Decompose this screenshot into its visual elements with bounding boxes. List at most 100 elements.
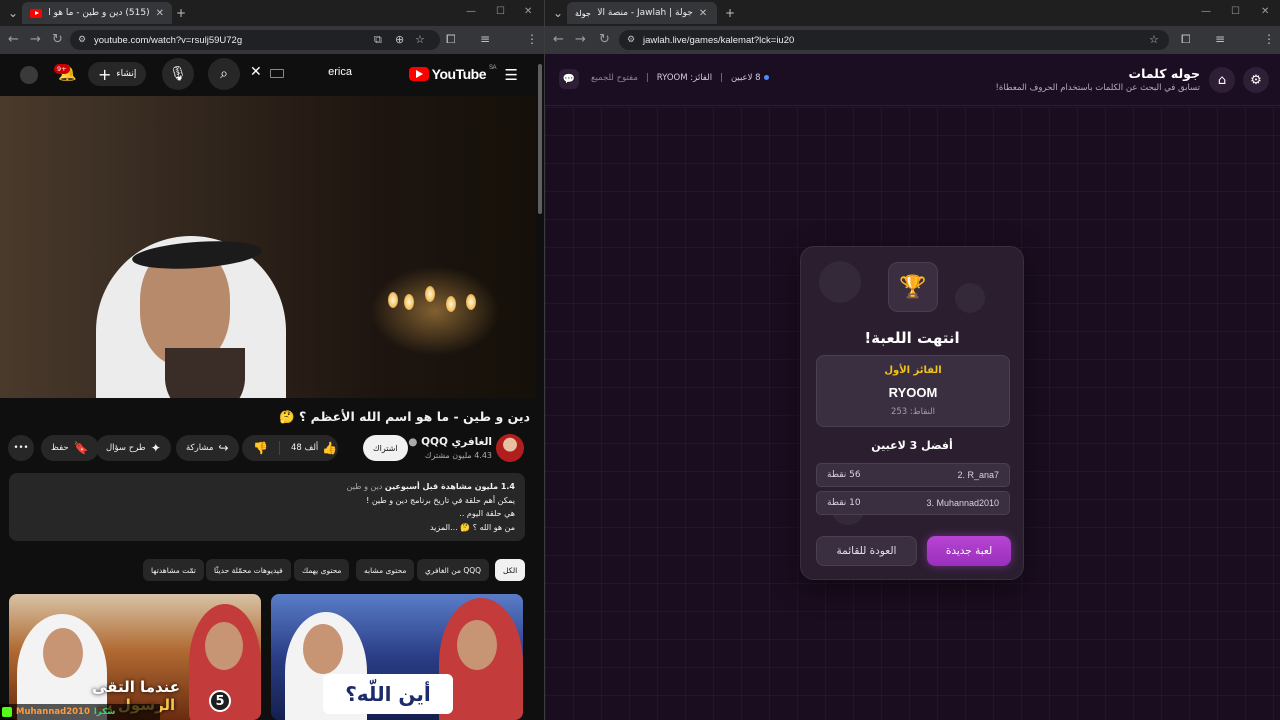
close-tab-icon[interactable]: ✕: [699, 8, 707, 19]
jawlah-tab[interactable]: جولة جولة | Jawlah - منصة الألعاب الذ ✕: [567, 2, 717, 24]
page-scrollbar[interactable]: [536, 54, 544, 720]
url-field[interactable]: ⚙ jawlah.live/games/kalemat?lck=iu20: [619, 30, 1169, 50]
extensions-icon[interactable]: ⧠: [1181, 32, 1191, 47]
back-icon[interactable]: ←: [8, 32, 19, 47]
close-tab-icon[interactable]: ✕: [156, 8, 164, 19]
close-window-icon[interactable]: ✕: [1261, 6, 1269, 17]
dislike-button[interactable]: 👎: [242, 441, 280, 455]
video-title: دين و طين - ما هو اسم الله الأعظم ؟ 🤔: [279, 409, 530, 424]
chip-recently-uploaded[interactable]: فيديوهات محمّلة حديثًا: [206, 559, 291, 581]
top3-title: أفضل 3 لاعبين: [871, 439, 953, 452]
bookmark-star-icon[interactable]: ☆: [415, 33, 425, 46]
home-icon: ⌂: [1217, 72, 1227, 88]
clear-search-icon[interactable]: ✕: [250, 64, 262, 80]
reload-icon[interactable]: ↻: [599, 32, 610, 47]
description-line: هي حلقة اليوم ..: [459, 509, 515, 518]
menu-icon[interactable]: ☰: [505, 66, 518, 84]
channel-name[interactable]: الغافري QQQ ●: [408, 436, 492, 448]
url-text: jawlah.live/games/kalemat?lck=iu20: [643, 34, 795, 46]
chip-watched[interactable]: تمّت مشاهدتها: [143, 559, 204, 581]
like-dislike-group: 👎 48 ألف 👍: [242, 435, 338, 461]
youtube-tab[interactable]: (515) دين و طين - ما هو اسم ✕: [22, 2, 172, 24]
new-tab-icon[interactable]: +: [725, 6, 735, 20]
back-icon[interactable]: ←: [553, 32, 564, 47]
verified-icon: ●: [408, 436, 418, 448]
browser-menu-icon[interactable]: ⋮: [1263, 32, 1275, 46]
search-icon: ⌕: [220, 66, 228, 82]
thumb-face: [205, 622, 243, 670]
right-address-bar: ← → ↻ ⚙ jawlah.live/games/kalemat?lck=iu…: [545, 26, 1280, 72]
right-tab-bar: ⌄ جولة جولة | Jawlah - منصة الألعاب الذ …: [545, 0, 1280, 26]
chip-for-you[interactable]: محتوى يهمك: [294, 559, 350, 581]
chat-icon: 💬: [562, 73, 576, 85]
youtube-logo[interactable]: YouTube SA: [408, 65, 497, 82]
rank-player-name: 3. Muhannad2010: [926, 498, 999, 508]
site-info-icon[interactable]: ⚙: [78, 34, 86, 45]
show-more-link[interactable]: ...المزيد: [430, 523, 458, 532]
close-window-icon[interactable]: ✕: [524, 6, 532, 17]
recommended-video-thumbnail[interactable]: 5 عندما التقى الرسول بــ: [9, 594, 261, 720]
chat-button[interactable]: 💬: [559, 69, 579, 89]
logo-text: YouTube: [431, 66, 487, 82]
youtube-play-icon: [408, 67, 429, 81]
settings-button[interactable]: ⚙: [1243, 67, 1269, 93]
channel-avatar[interactable]: [496, 434, 524, 462]
cast-icon[interactable]: ⧉: [374, 33, 382, 47]
create-label: إنشاء: [116, 69, 137, 79]
gear-icon: ⚙: [1250, 72, 1262, 88]
back-to-list-button[interactable]: العودة للقائمة: [816, 536, 917, 566]
voice-search-button[interactable]: 🎙: [162, 58, 194, 90]
winner-points: النقاط: 253: [890, 407, 936, 417]
site-info-icon[interactable]: ⚙: [627, 34, 635, 45]
page-subtitle: تسابق في البحث عن الكلمات باستخدام الحرو…: [995, 83, 1200, 93]
minimize-icon[interactable]: —: [466, 6, 476, 17]
scrollbar-thumb[interactable]: [538, 64, 542, 214]
chip-all[interactable]: الكل: [495, 559, 526, 581]
chat-username: Muhannad2010: [16, 707, 90, 717]
game-over-card: 🏆 انتهت اللعبة! الفائز الأول RYOOM النقا…: [800, 246, 1024, 580]
new-game-button[interactable]: لعبة جديدة: [927, 536, 1011, 566]
decor-bubble: [955, 283, 985, 313]
browser-menu-icon[interactable]: ⋮: [526, 32, 538, 46]
chip-similar[interactable]: محتوى مشابه: [356, 559, 415, 581]
search-button[interactable]: ⌕: [208, 58, 240, 90]
thumbs-up-icon: 👍: [322, 441, 338, 455]
subscribe-button[interactable]: اشتراك: [363, 435, 408, 461]
tab-search-icon[interactable]: ⌄: [8, 6, 18, 20]
maximize-icon[interactable]: ☐: [1231, 6, 1240, 17]
extensions-icon[interactable]: ⧠: [446, 32, 456, 47]
forward-icon[interactable]: →: [30, 32, 41, 47]
url-field[interactable]: ⚙ youtube.com/watch?v=rsulj59U72g: [70, 30, 440, 50]
ask-button[interactable]: طرح سؤال ✦: [96, 435, 171, 461]
video-player[interactable]: [0, 96, 536, 398]
keyboard-icon[interactable]: [270, 69, 284, 78]
episode-number: 5: [209, 690, 231, 712]
home-button[interactable]: ⌂: [1209, 67, 1235, 93]
chip-from-channel[interactable]: من الغافري QQQ: [417, 559, 490, 581]
tab-search-icon[interactable]: ⌄: [553, 6, 563, 20]
share-button[interactable]: مشاركة ↪: [176, 435, 239, 461]
rank-player-points: 56 نقطة: [827, 470, 861, 480]
like-button[interactable]: 48 ألف 👍: [285, 441, 337, 455]
forward-icon[interactable]: →: [575, 32, 586, 47]
reload-icon[interactable]: ↻: [52, 32, 63, 47]
decor-bubble: [819, 261, 861, 303]
reading-list-icon[interactable]: ≡: [480, 32, 490, 46]
save-label: حفظ: [51, 443, 69, 453]
more-actions-button[interactable]: •••: [8, 435, 34, 461]
winner-name: RYOOM: [888, 385, 938, 400]
trophy-icon: 🏆: [888, 262, 938, 312]
new-tab-icon[interactable]: +: [176, 6, 186, 20]
search-input[interactable]: erica ✕: [242, 63, 362, 85]
bookmark-star-icon[interactable]: ☆: [1149, 33, 1159, 46]
thumb-face: [303, 624, 343, 674]
recommended-video-thumbnail[interactable]: أين اللّه؟: [271, 594, 523, 720]
description-box[interactable]: 1.4 مليون مشاهدة قبل أسبوعين دين و طين ي…: [9, 473, 525, 541]
zoom-icon[interactable]: ⊕: [395, 33, 404, 46]
reading-list-icon[interactable]: ≡: [1215, 32, 1225, 46]
account-avatar[interactable]: [20, 66, 38, 84]
create-button[interactable]: + إنشاء: [88, 62, 147, 86]
minimize-icon[interactable]: —: [1201, 6, 1211, 17]
save-button[interactable]: حفظ 🔖: [41, 435, 99, 461]
maximize-icon[interactable]: ☐: [496, 6, 505, 17]
